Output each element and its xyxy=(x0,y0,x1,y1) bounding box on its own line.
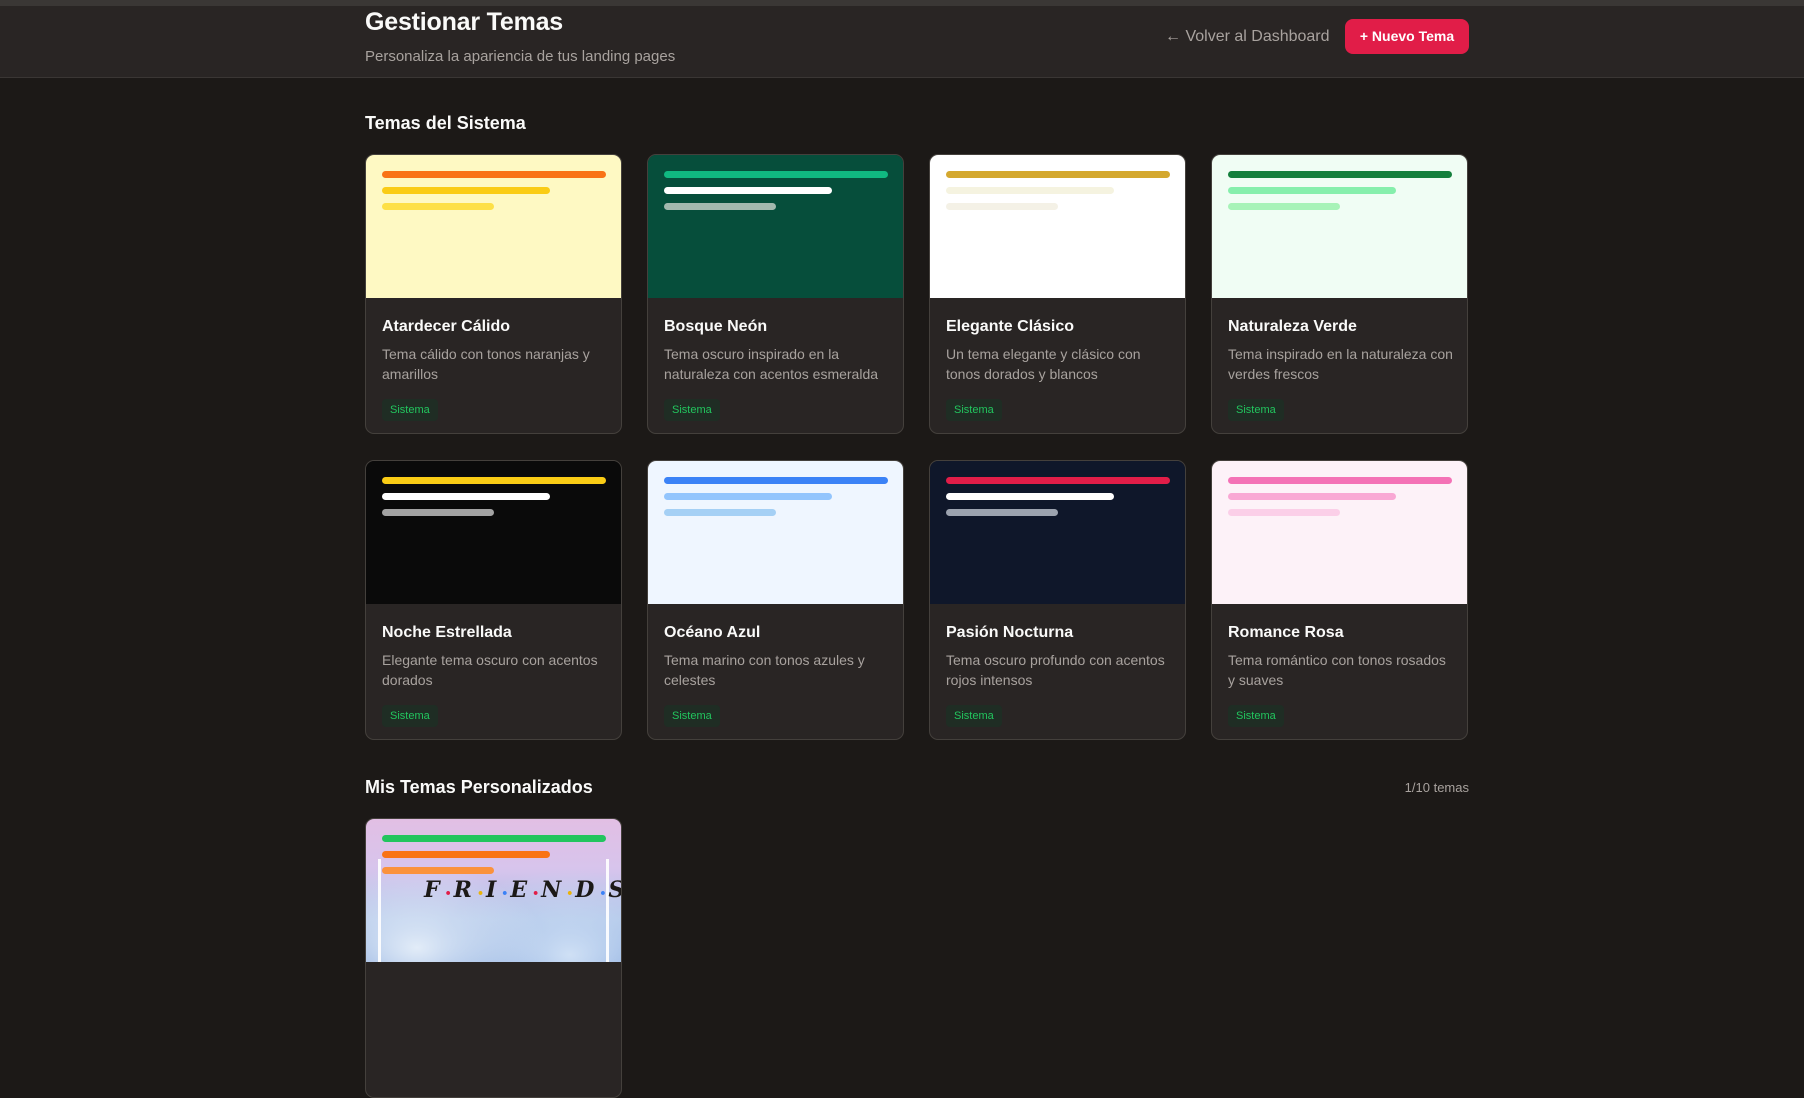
preview-bar-1 xyxy=(1228,171,1452,178)
theme-name: Pasión Nocturna xyxy=(946,624,1074,641)
back-to-dashboard-link[interactable]: ← Volver al Dashboard xyxy=(1165,22,1330,52)
preview-bar-2 xyxy=(382,187,550,194)
preview-bar-2 xyxy=(664,493,832,500)
system-badge: Sistema xyxy=(1228,399,1284,421)
preview-bar-2 xyxy=(946,493,1114,500)
system-badge: Sistema xyxy=(664,705,720,727)
theme-preview xyxy=(1212,155,1467,298)
custom-themes-title: Mis Temas Personalizados xyxy=(365,777,593,797)
theme-description: Tema oscuro inspirado en la naturaleza c… xyxy=(664,346,879,382)
preview-bar-1 xyxy=(382,171,606,178)
theme-preview xyxy=(1212,461,1467,604)
preview-bar-3 xyxy=(382,203,494,210)
preview-bar-1 xyxy=(664,477,888,484)
theme-name: Bosque Neón xyxy=(664,318,768,335)
theme-description: Un tema elegante y clásico con tonos dor… xyxy=(946,346,1141,382)
theme-card[interactable]: Noche Estrellada Elegante tema oscuro con… xyxy=(365,460,622,740)
system-badge: Sistema xyxy=(946,705,1002,727)
theme-name: Romance Rosa xyxy=(1228,624,1344,641)
theme-description: Tema marino con tonos azules y celestes xyxy=(664,652,865,688)
preview-bar-1 xyxy=(664,171,888,178)
preview-bar-2 xyxy=(1228,493,1396,500)
theme-preview xyxy=(930,461,1185,604)
custom-theme-preview: F•R•I•E•N•D•S xyxy=(366,819,621,962)
preview-bar-3 xyxy=(382,867,494,874)
theme-preview xyxy=(366,461,621,604)
preview-bar-1 xyxy=(382,477,606,484)
system-badge: Sistema xyxy=(1228,705,1284,727)
theme-card[interactable]: Elegante Clásico Un tema elegante y clási… xyxy=(929,154,1186,434)
theme-card[interactable]: Océano Azul Tema marino con tonos azules … xyxy=(647,460,904,740)
theme-name: Naturaleza Verde xyxy=(1228,318,1357,335)
theme-card[interactable]: Romance Rosa Tema romántico con tonos ros… xyxy=(1211,460,1468,740)
preview-bar-1 xyxy=(382,835,606,842)
preview-bar-3 xyxy=(946,509,1058,516)
system-badge: Sistema xyxy=(382,399,438,421)
preview-bar-3 xyxy=(664,203,776,210)
preview-bar-3 xyxy=(1228,203,1340,210)
theme-description: Tema oscuro profundo con acentos rojos i… xyxy=(946,652,1165,688)
theme-name: Elegante Clásico xyxy=(946,318,1075,335)
custom-themes-count: 1/10 temas xyxy=(1404,780,1469,795)
preview-bar-2 xyxy=(382,851,550,858)
custom-theme-card[interactable]: F•R•I•E•N•D•S xyxy=(365,818,622,1098)
theme-name: Océano Azul xyxy=(664,624,761,641)
friends-logo: F•R•I•E•N•D•S xyxy=(424,877,621,903)
preview-bar-3 xyxy=(1228,509,1340,516)
theme-card[interactable]: Bosque Neón Tema oscuro inspirado en la n… xyxy=(647,154,904,434)
preview-bar-1 xyxy=(1228,477,1452,484)
system-badge: Sistema xyxy=(946,399,1002,421)
theme-preview xyxy=(366,155,621,298)
theme-card[interactable]: Pasión Nocturna Tema oscuro profundo con … xyxy=(929,460,1186,740)
page-title: Gestionar Temas xyxy=(365,8,564,36)
preview-bar-1 xyxy=(946,477,1170,484)
theme-description: Tema romántico con tonos rosados y suave… xyxy=(1228,652,1446,688)
preview-bar-3 xyxy=(664,509,776,516)
theme-preview xyxy=(648,155,903,298)
theme-name: Atardecer Cálido xyxy=(382,318,511,335)
preview-bar-3 xyxy=(382,509,494,516)
preview-bar-2 xyxy=(664,187,832,194)
theme-description: Tema cálido con tonos naranjas y amarill… xyxy=(382,346,590,382)
page-subtitle: Personaliza la apariencia de tus landing… xyxy=(365,48,676,65)
system-badge: Sistema xyxy=(382,705,438,727)
theme-card[interactable]: Naturaleza Verde Tema inspirado en la nat… xyxy=(1211,154,1468,434)
preview-frame-right xyxy=(606,859,609,962)
preview-frame-left xyxy=(378,859,381,962)
theme-name: Noche Estrellada xyxy=(382,624,512,641)
new-theme-button[interactable]: + Nuevo Tema xyxy=(1345,19,1469,54)
preview-bar-3 xyxy=(946,203,1058,210)
theme-description: Tema inspirado en la naturaleza con verd… xyxy=(1228,346,1453,382)
page-header: Gestionar Temas Personaliza la aparienci… xyxy=(0,6,1804,78)
theme-preview xyxy=(648,461,903,604)
theme-card[interactable]: Atardecer Cálido Tema cálido con tonos na… xyxy=(365,154,622,434)
preview-bar-2 xyxy=(1228,187,1396,194)
preview-bar-2 xyxy=(946,187,1114,194)
system-badge: Sistema xyxy=(664,399,720,421)
theme-preview xyxy=(930,155,1185,298)
preview-bar-2 xyxy=(382,493,550,500)
preview-bar-1 xyxy=(946,171,1170,178)
theme-description: Elegante tema oscuro con acentos dorados xyxy=(382,652,598,688)
system-themes-title: Temas del Sistema xyxy=(365,113,526,133)
